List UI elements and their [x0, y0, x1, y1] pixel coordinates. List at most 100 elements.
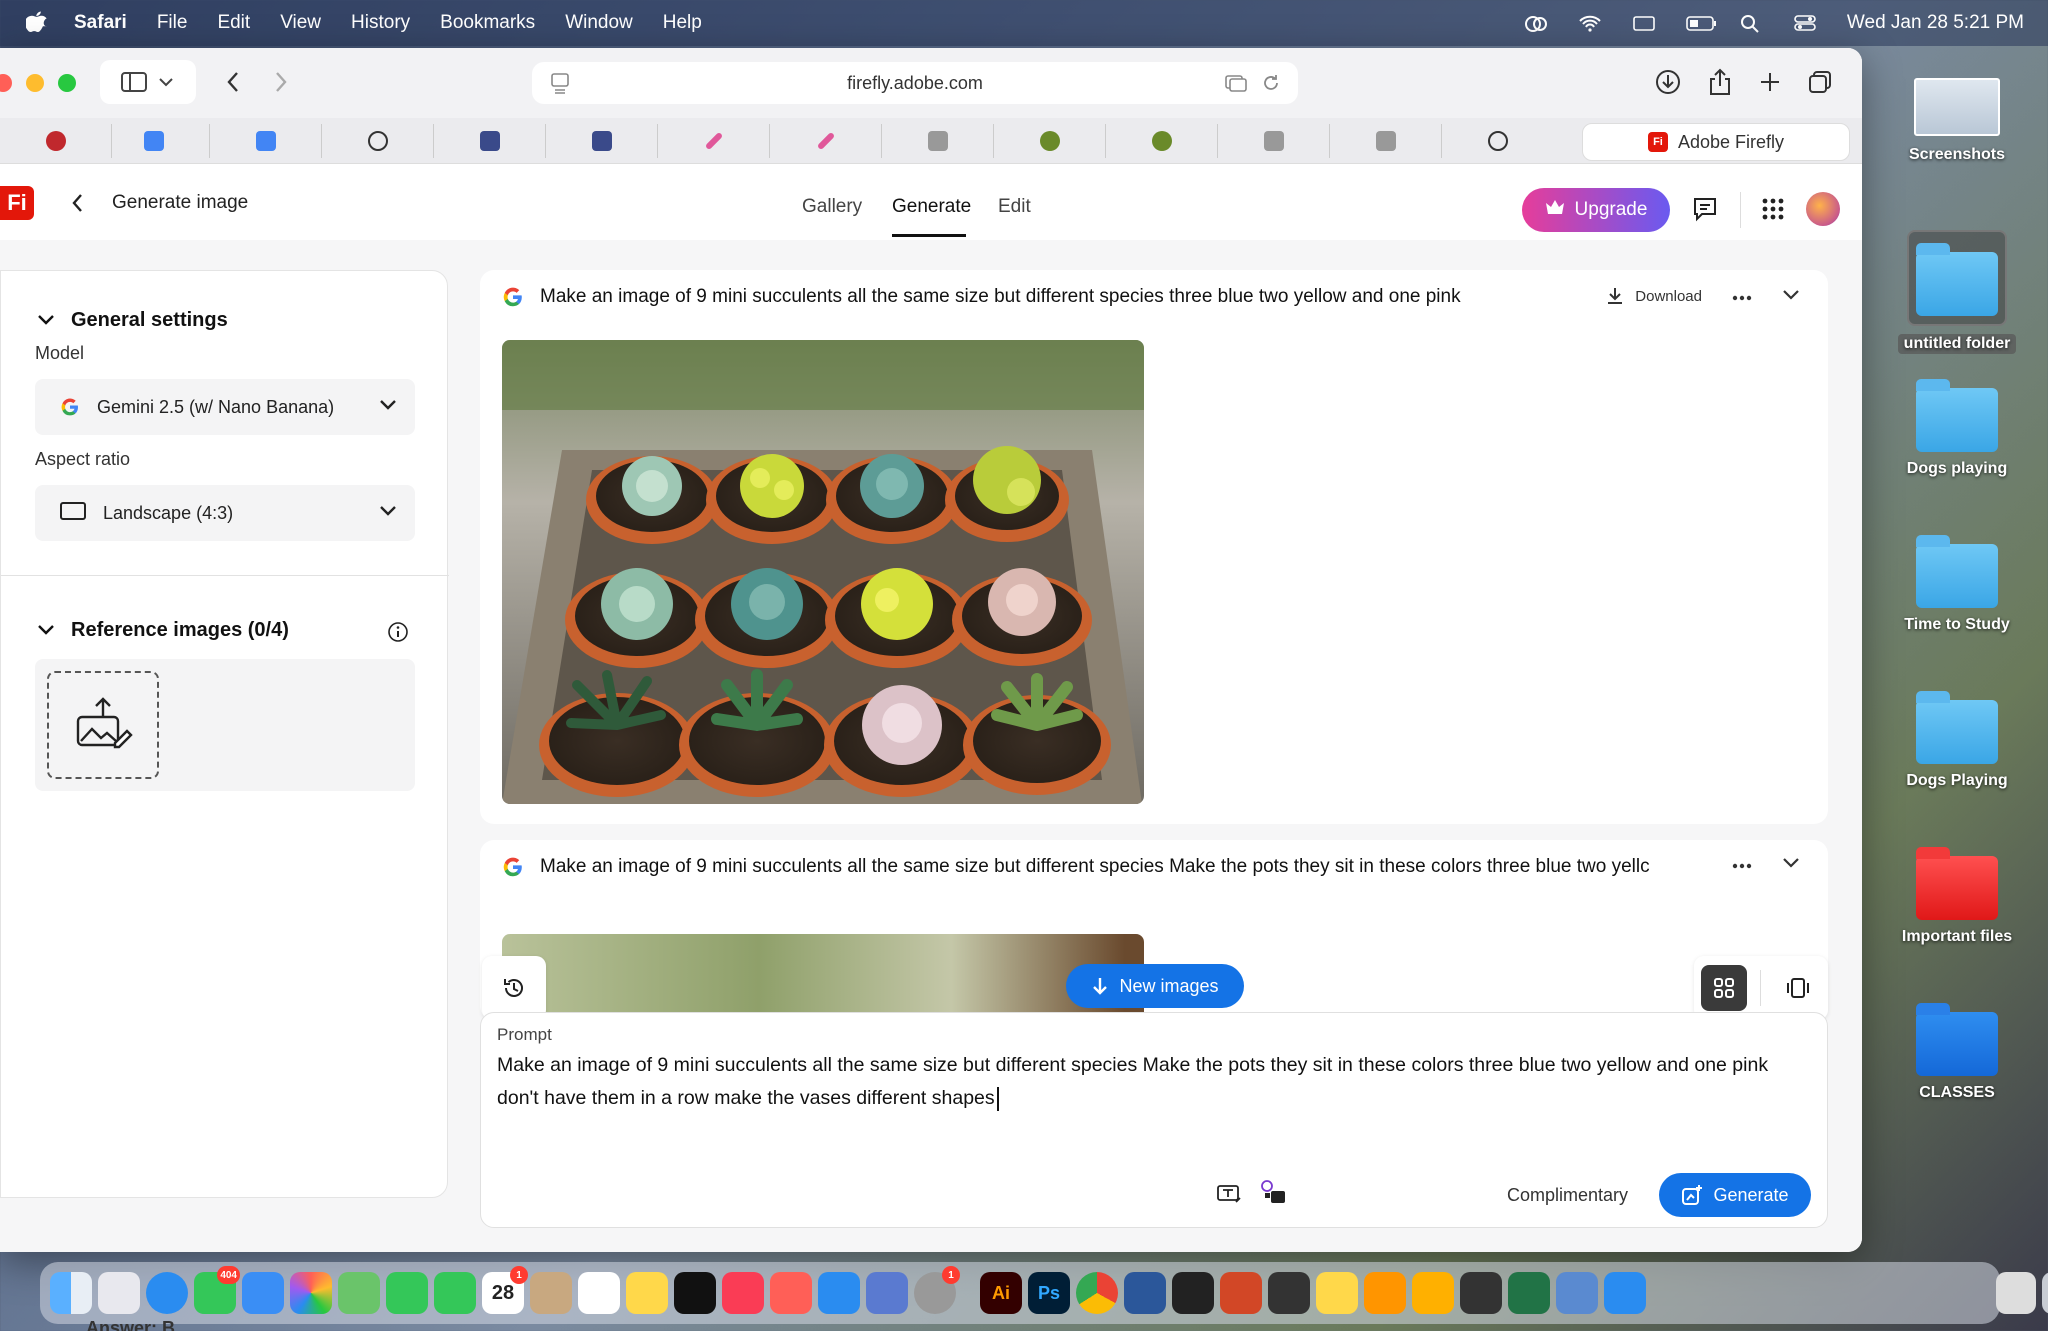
- firefly-logo[interactable]: Fi: [0, 186, 34, 220]
- sketch-icon[interactable]: [1412, 1272, 1454, 1314]
- excel-icon[interactable]: [1508, 1272, 1550, 1314]
- menu-help[interactable]: Help: [663, 12, 702, 34]
- single-view-button[interactable]: [1775, 965, 1821, 1011]
- upload-reference-button[interactable]: [47, 671, 159, 779]
- quicktime-icon[interactable]: [1604, 1272, 1646, 1314]
- tab-globe-2[interactable]: [1106, 124, 1218, 158]
- trash-icon[interactable]: [2042, 1272, 2048, 1314]
- reference-images-header[interactable]: Reference images (0/4): [37, 619, 289, 642]
- tab-docs-1[interactable]: [98, 124, 210, 158]
- model-select[interactable]: Gemini 2.5 (w/ Nano Banana): [35, 379, 415, 435]
- finder-icon[interactable]: [50, 1272, 92, 1314]
- photoshop-icon[interactable]: Ps: [1028, 1272, 1070, 1314]
- tab-quill-1[interactable]: [658, 124, 770, 158]
- desktop-item-dogs-playing[interactable]: Dogs playing: [1872, 379, 2042, 478]
- reminders-icon[interactable]: [578, 1272, 620, 1314]
- new-tab-icon[interactable]: [1752, 62, 1788, 102]
- chevron-down-icon[interactable]: [1782, 288, 1800, 305]
- feedback-icon[interactable]: [1688, 192, 1722, 226]
- terminal-icon[interactable]: [1172, 1272, 1214, 1314]
- tab-opera[interactable]: [0, 124, 112, 158]
- reader-icon[interactable]: [1224, 72, 1248, 99]
- system-settings-icon[interactable]: 1: [914, 1266, 960, 1314]
- desktop-item-important-files[interactable]: Important files: [1872, 847, 2042, 946]
- chrome-icon[interactable]: [1076, 1272, 1118, 1314]
- tab-quill-2[interactable]: [770, 124, 882, 158]
- photos-icon[interactable]: [290, 1272, 332, 1314]
- voice-memos-icon[interactable]: [1460, 1272, 1502, 1314]
- share-icon[interactable]: [1702, 62, 1738, 102]
- phone-icon[interactable]: [434, 1272, 476, 1314]
- more-options-icon[interactable]: [1732, 856, 1752, 873]
- menu-history[interactable]: History: [351, 12, 410, 34]
- notes-icon[interactable]: [626, 1272, 668, 1314]
- wifi-icon[interactable]: [1577, 13, 1603, 33]
- stickies-icon[interactable]: [1316, 1272, 1358, 1314]
- facetime-icon[interactable]: [386, 1272, 428, 1314]
- tab-arrow-2[interactable]: [546, 124, 658, 158]
- more-options-icon[interactable]: [1732, 288, 1752, 305]
- menu-edit[interactable]: Edit: [217, 12, 250, 34]
- upgrade-button[interactable]: Upgrade: [1522, 188, 1670, 232]
- illustrator-icon[interactable]: Ai: [980, 1272, 1022, 1314]
- apps-grid-icon[interactable]: [1756, 192, 1790, 226]
- downloads-stack-icon[interactable]: [1996, 1272, 2036, 1314]
- prompt-input[interactable]: Make an image of 9 mini succulents all t…: [497, 1049, 1797, 1115]
- desktop-item-classes[interactable]: CLASSES: [1872, 1003, 2042, 1102]
- minimized-windows[interactable]: [1670, 1272, 1990, 1314]
- tab-gallery[interactable]: Gallery: [802, 196, 862, 218]
- contacts-icon[interactable]: [530, 1272, 572, 1314]
- generated-image[interactable]: [502, 340, 1144, 804]
- menu-bookmarks[interactable]: Bookmarks: [440, 12, 535, 34]
- tab-chatgpt-2[interactable]: [1442, 124, 1554, 158]
- forward-button[interactable]: [266, 62, 296, 102]
- reload-icon[interactable]: [1260, 72, 1282, 99]
- avatar[interactable]: [1806, 192, 1840, 226]
- battery-icon[interactable]: [1685, 13, 1716, 33]
- page-menu-icon[interactable]: [550, 72, 570, 99]
- mail-icon[interactable]: [242, 1272, 284, 1314]
- tab-arrow-1[interactable]: [434, 124, 546, 158]
- chevron-down-icon[interactable]: [1782, 856, 1800, 873]
- rocket-icon[interactable]: [770, 1272, 812, 1314]
- minimize-window-button[interactable]: [26, 74, 44, 92]
- tab-overview-icon[interactable]: [1802, 62, 1838, 102]
- tab-w[interactable]: [882, 124, 994, 158]
- desktop-item-untitled-folder[interactable]: untitled folder: [1872, 230, 2042, 354]
- grid-view-button[interactable]: [1700, 965, 1747, 1011]
- address-bar[interactable]: firefly.adobe.com: [532, 62, 1298, 104]
- menu-bar-clock[interactable]: Wed Jan 28 5:21 PM: [1847, 12, 2024, 34]
- close-window-button[interactable]: [0, 74, 12, 92]
- apple-tv-icon[interactable]: [674, 1272, 716, 1314]
- desktop-item-screenshots[interactable]: Screenshots: [1872, 78, 2042, 164]
- launchpad-icon[interactable]: [98, 1272, 140, 1314]
- back-button[interactable]: [218, 62, 248, 102]
- spotlight-search-icon[interactable]: [1739, 13, 1765, 33]
- tab-docs-2[interactable]: [210, 124, 322, 158]
- downloads-icon[interactable]: [1650, 62, 1686, 102]
- zoom-window-button[interactable]: [58, 74, 76, 92]
- powerpoint-icon[interactable]: [1220, 1272, 1262, 1314]
- desktop-item-time-to-study[interactable]: Time to Study: [1872, 535, 2042, 634]
- desktop-item-dogs-playing-2[interactable]: Dogs Playing: [1872, 691, 2042, 790]
- download-button[interactable]: Download: [1605, 286, 1702, 306]
- generate-button[interactable]: Generate: [1659, 1173, 1811, 1217]
- history-button[interactable]: [482, 956, 546, 1020]
- style-reference-icon[interactable]: [1257, 1177, 1291, 1211]
- menu-file[interactable]: File: [157, 12, 188, 34]
- text-style-icon[interactable]: [1213, 1177, 1247, 1211]
- maps-icon[interactable]: [338, 1272, 380, 1314]
- tab-generate[interactable]: Generate: [892, 196, 971, 218]
- tab-adobe-firefly[interactable]: Fi Adobe Firefly: [1582, 123, 1850, 161]
- menu-window[interactable]: Window: [565, 12, 633, 34]
- keyboard-icon[interactable]: [1631, 13, 1657, 33]
- simulator-icon[interactable]: [866, 1272, 908, 1314]
- preview-icon[interactable]: [1556, 1272, 1598, 1314]
- messages-icon[interactable]: 404: [194, 1266, 240, 1314]
- control-center-icon[interactable]: [1793, 13, 1819, 33]
- sidebar-toggle-button[interactable]: [100, 60, 196, 104]
- menu-view[interactable]: View: [280, 12, 321, 34]
- numbers-icon[interactable]: [1268, 1272, 1310, 1314]
- general-settings-header[interactable]: General settings: [37, 309, 228, 332]
- tab-e[interactable]: [1218, 124, 1330, 158]
